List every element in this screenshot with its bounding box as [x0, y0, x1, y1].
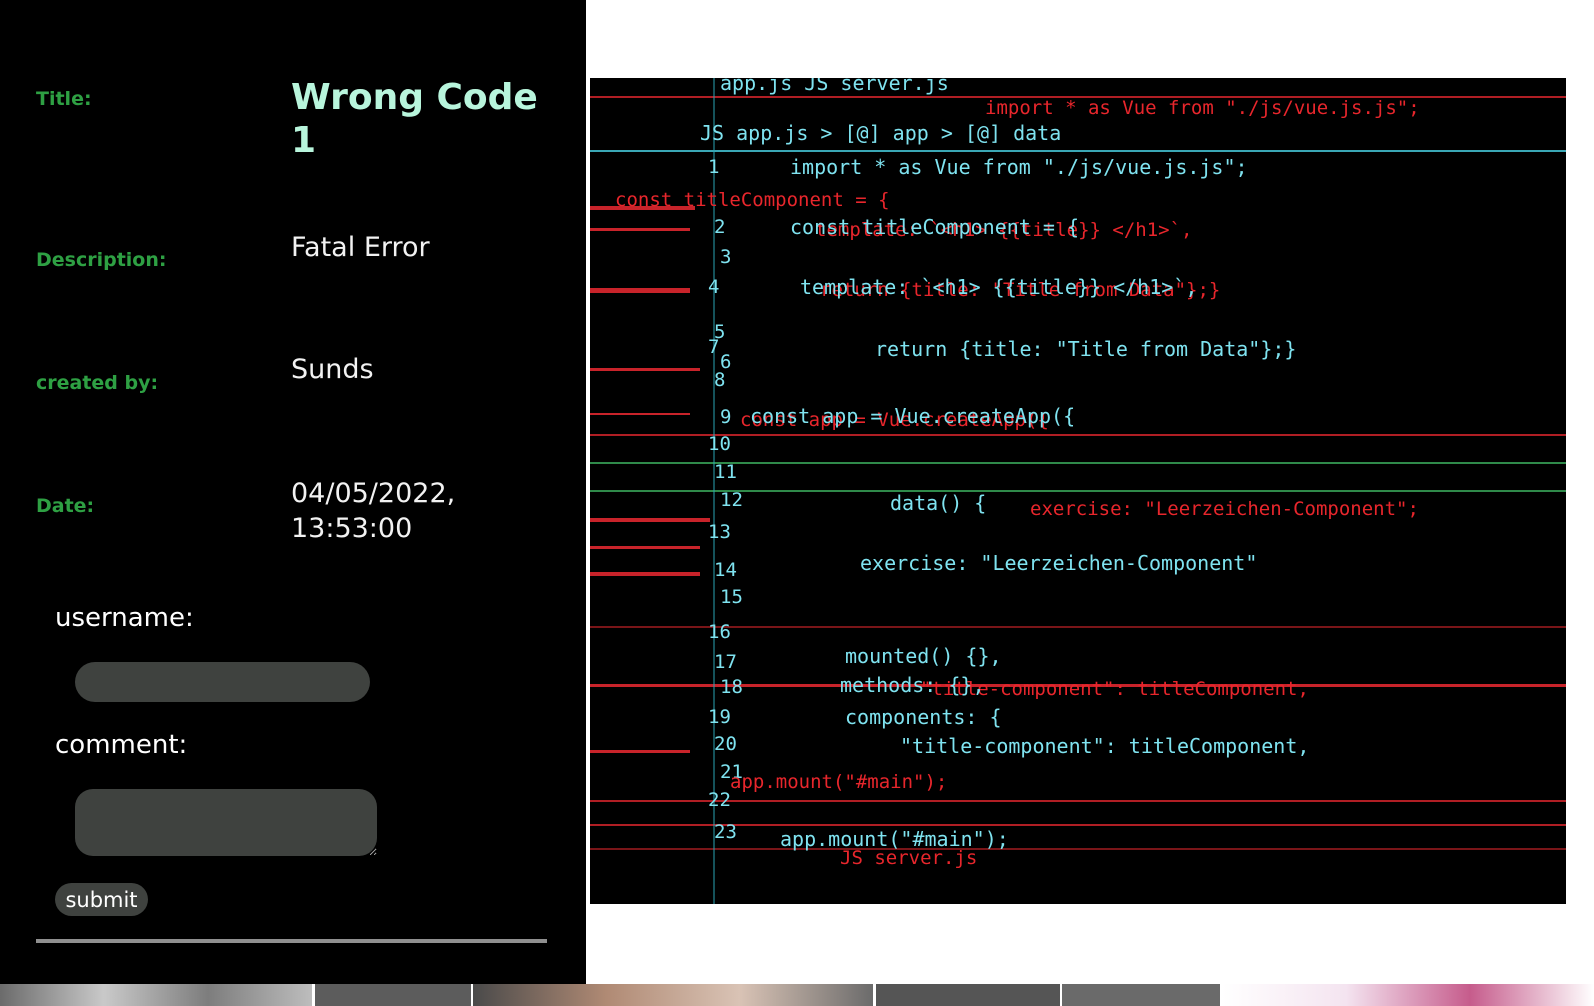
glitched-code-image: 1 2 3 4 5 6 7 8 9 10 11 12 13 14 15 16 17 18 19 20 21 22 23 im…: [590, 78, 1566, 904]
line-number: 11: [714, 461, 737, 483]
divider: [36, 939, 547, 943]
line-number: 22: [708, 789, 731, 811]
line-number: 8: [714, 369, 725, 391]
code-line-red: exercise: "Leerzeichen-Component";: [1030, 498, 1419, 520]
line-number: 4: [708, 276, 719, 298]
comment-label: comment:: [55, 730, 188, 760]
entry-date: 04/05/2022, 13:53:00: [291, 478, 456, 544]
line-number: 12: [720, 489, 743, 511]
line-number: 16: [708, 621, 731, 643]
thumbnail[interactable]: [1222, 984, 1594, 1006]
code-line-red: const titleComponent = {: [615, 189, 890, 211]
line-number: 15: [720, 586, 743, 608]
code-line-cyan: template: `<h1> {{title}} </h1>`,: [800, 275, 1197, 299]
code-line-cyan: app.js JS server.js: [720, 78, 949, 95]
line-number: 23: [714, 821, 737, 843]
code-line-cyan: methods: {},: [840, 673, 985, 697]
code-line-red: app.mount("#main");: [730, 771, 947, 793]
thumbnail[interactable]: [876, 984, 1060, 1006]
line-number: 7: [708, 336, 719, 358]
thumbnail[interactable]: [473, 984, 873, 1006]
code-line-cyan: import * as Vue from "./js/vue.js.js";: [790, 155, 1248, 179]
comment-textarea[interactable]: [75, 789, 377, 856]
submit-button[interactable]: submit: [55, 883, 148, 916]
code-line-cyan: JS app.js > [@] app > [@] data: [700, 121, 1061, 145]
entry-title: Wrong Code 1: [291, 77, 538, 161]
code-line-cyan: mounted() {},: [845, 644, 1002, 668]
line-number: 17: [714, 651, 737, 673]
username-input[interactable]: [75, 662, 370, 702]
entry-creator: Sunds: [291, 354, 374, 385]
code-line-cyan: components: {: [845, 705, 1002, 729]
date-label: Date:: [36, 495, 95, 517]
code-image-graphic: 1234567891011121314151617181920212223 im…: [590, 78, 1566, 904]
code-line-cyan: return {title: "Title from Data"};}: [875, 337, 1296, 361]
code-line-cyan: const titleComponent = {: [790, 215, 1079, 239]
line-number: 9: [720, 406, 731, 428]
code-line-cyan: const app = Vue.createApp({: [750, 404, 1075, 428]
username-label: username:: [55, 603, 194, 633]
thumbnail[interactable]: [1062, 984, 1220, 1006]
line-number: 3: [720, 246, 731, 268]
line-number: 13: [708, 521, 731, 543]
line-number: 20: [714, 733, 737, 755]
thumbnail[interactable]: [0, 984, 312, 1006]
title-label: Title:: [36, 88, 92, 110]
thumbnail-strip: [0, 984, 1594, 1006]
line-number: 14: [714, 559, 737, 581]
line-number: 1: [708, 156, 719, 178]
code-line-cyan: app.mount("#main");: [780, 827, 1009, 851]
line-number: 18: [720, 676, 743, 698]
description-label: Description:: [36, 249, 167, 271]
code-line-cyan: exercise: "Leerzeichen-Component": [860, 551, 1257, 575]
code-line-cyan: data() {: [890, 491, 986, 515]
code-line-cyan: "title-component": titleComponent,: [900, 734, 1309, 758]
thumbnail[interactable]: [315, 984, 471, 1006]
line-number: 2: [714, 216, 725, 238]
created-by-label: created by:: [36, 372, 159, 394]
entry-detail-panel: Title: Wrong Code 1 Description: Fatal E…: [0, 0, 586, 984]
line-number: 10: [708, 433, 731, 455]
entry-description: Fatal Error: [291, 232, 430, 263]
line-number: 19: [708, 706, 731, 728]
code-line-red: import * as Vue from "./js/vue.js.js";: [985, 97, 1420, 119]
